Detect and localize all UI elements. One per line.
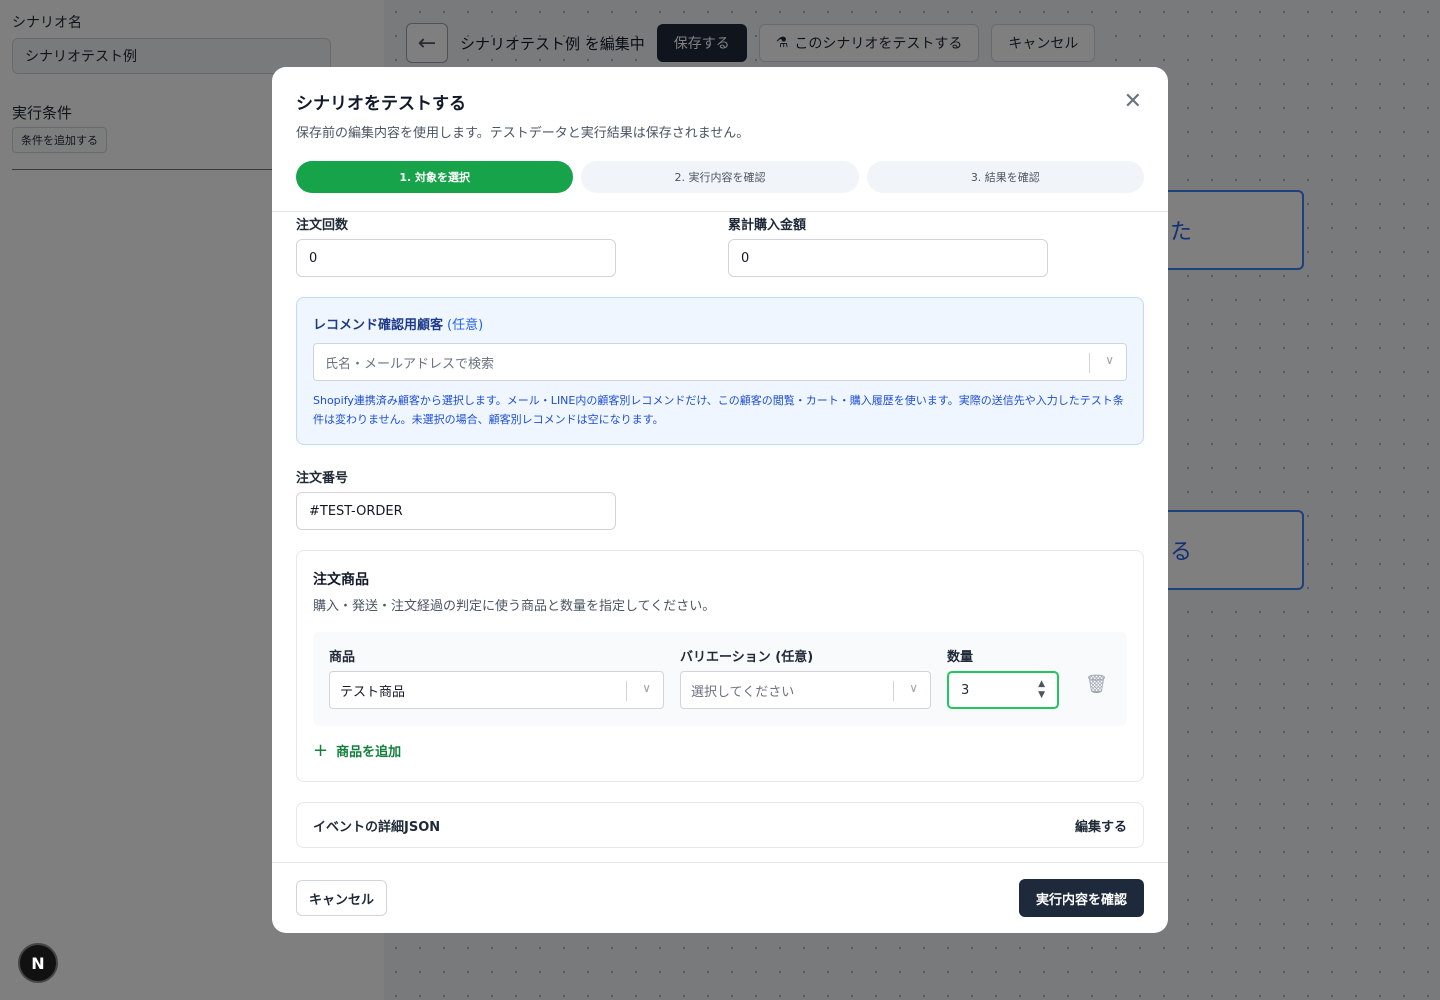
recommend-customer-label: レコメンド確認用顧客 bbox=[313, 318, 444, 333]
order-number-label: 注文番号 bbox=[296, 471, 349, 486]
cancel-button[interactable]: キャンセル bbox=[296, 880, 388, 916]
chevron-down-icon[interactable]: ∨ bbox=[642, 681, 651, 695]
customer-search-select[interactable]: 氏名・メールアドレスで検索 ∨ bbox=[313, 343, 1127, 381]
product-label: 商品 bbox=[329, 650, 356, 665]
add-product-label: 商品を追加 bbox=[336, 745, 402, 760]
recommend-help-text: Shopify連携済み顧客から選択します。メール・LINE内の顧客別レコメンドだ… bbox=[313, 394, 1124, 427]
chevron-down-icon[interactable]: ∨ bbox=[1105, 353, 1114, 367]
order-items-card: 注文商品 購入・発送・注文経過の判定に使う商品と数量を指定してください。 商品 … bbox=[296, 550, 1144, 782]
chevron-down-icon[interactable]: ∨ bbox=[909, 681, 918, 695]
variation-placeholder: 選択してください bbox=[691, 684, 795, 700]
quantity-value: 3 bbox=[961, 682, 970, 698]
step-view-results[interactable]: 3. 結果を確認 bbox=[866, 161, 1144, 193]
dialog-description: 保存前の編集内容を使用します。テストデータと実行結果は保存されません。 bbox=[296, 126, 750, 141]
event-json-label: イベントの詳細JSON bbox=[313, 819, 441, 835]
stepper-arrows-icon[interactable]: ▲ ▼ bbox=[1038, 679, 1045, 701]
optional-label: (任意) bbox=[447, 318, 484, 333]
test-scenario-dialog: シナリオをテストする 保存前の編集内容を使用します。テストデータと実行結果は保存… bbox=[272, 67, 1168, 933]
add-product-button[interactable]: + 商品を追加 bbox=[313, 740, 1127, 761]
variation-select[interactable]: 選択してください ∨ bbox=[680, 671, 931, 709]
order-count-label: 注文回数 bbox=[296, 218, 349, 233]
step-confirm-execution[interactable]: 2. 実行内容を確認 bbox=[581, 161, 859, 193]
total-purchase-label: 累計購入金額 bbox=[728, 218, 807, 233]
order-item-row: 商品 テスト商品 ∨ バリエーション (任意) 選択してください ∨ 数量 3 … bbox=[313, 632, 1127, 726]
event-json-card: イベントの詳細JSON 編集する bbox=[296, 802, 1144, 848]
order-number-input[interactable]: #TEST-ORDER bbox=[296, 492, 616, 530]
order-count-input[interactable]: 0 bbox=[296, 239, 616, 277]
order-items-description: 購入・発送・注文経過の判定に使う商品と数量を指定してください。 bbox=[313, 599, 716, 614]
customer-search-placeholder: 氏名・メールアドレスで検索 bbox=[325, 356, 495, 372]
edit-json-button[interactable]: 編集する bbox=[1075, 816, 1127, 835]
next-badge[interactable]: N bbox=[18, 943, 58, 983]
product-value: テスト商品 bbox=[340, 684, 406, 700]
dialog-title: シナリオをテストする bbox=[296, 94, 466, 114]
dialog-footer: キャンセル 実行内容を確認 bbox=[272, 862, 1168, 933]
quantity-label: 数量 bbox=[947, 650, 974, 665]
step-select-target[interactable]: 1. 対象を選択 bbox=[296, 161, 574, 193]
recommend-customer-panel: レコメンド確認用顧客 (任意) 氏名・メールアドレスで検索 ∨ Shopify連携… bbox=[296, 297, 1144, 445]
order-items-title: 注文商品 bbox=[313, 572, 369, 588]
plus-icon: + bbox=[313, 740, 329, 761]
trash-icon[interactable]: 🗑 bbox=[1085, 674, 1108, 695]
total-purchase-input[interactable]: 0 bbox=[728, 239, 1048, 277]
dialog-body[interactable]: 注文回数 0 累計購入金額 0 レコメンド確認用顧客 (任意) 氏名・メールアドレ… bbox=[272, 212, 1168, 862]
close-icon[interactable]: ✕ bbox=[1124, 91, 1142, 113]
product-select[interactable]: テスト商品 ∨ bbox=[329, 671, 664, 709]
confirm-execution-button[interactable]: 実行内容を確認 bbox=[1018, 879, 1144, 917]
select-separator bbox=[893, 681, 894, 701]
select-separator bbox=[1089, 353, 1090, 373]
dialog-header: シナリオをテストする 保存前の編集内容を使用します。テストデータと実行結果は保存… bbox=[272, 67, 1168, 212]
quantity-stepper[interactable]: 3 ▲ ▼ bbox=[947, 671, 1059, 709]
select-separator bbox=[626, 681, 627, 701]
stepper: 1. 対象を選択 2. 実行内容を確認 3. 結果を確認 bbox=[296, 161, 1144, 193]
variation-label: バリエーション (任意) bbox=[680, 650, 814, 665]
